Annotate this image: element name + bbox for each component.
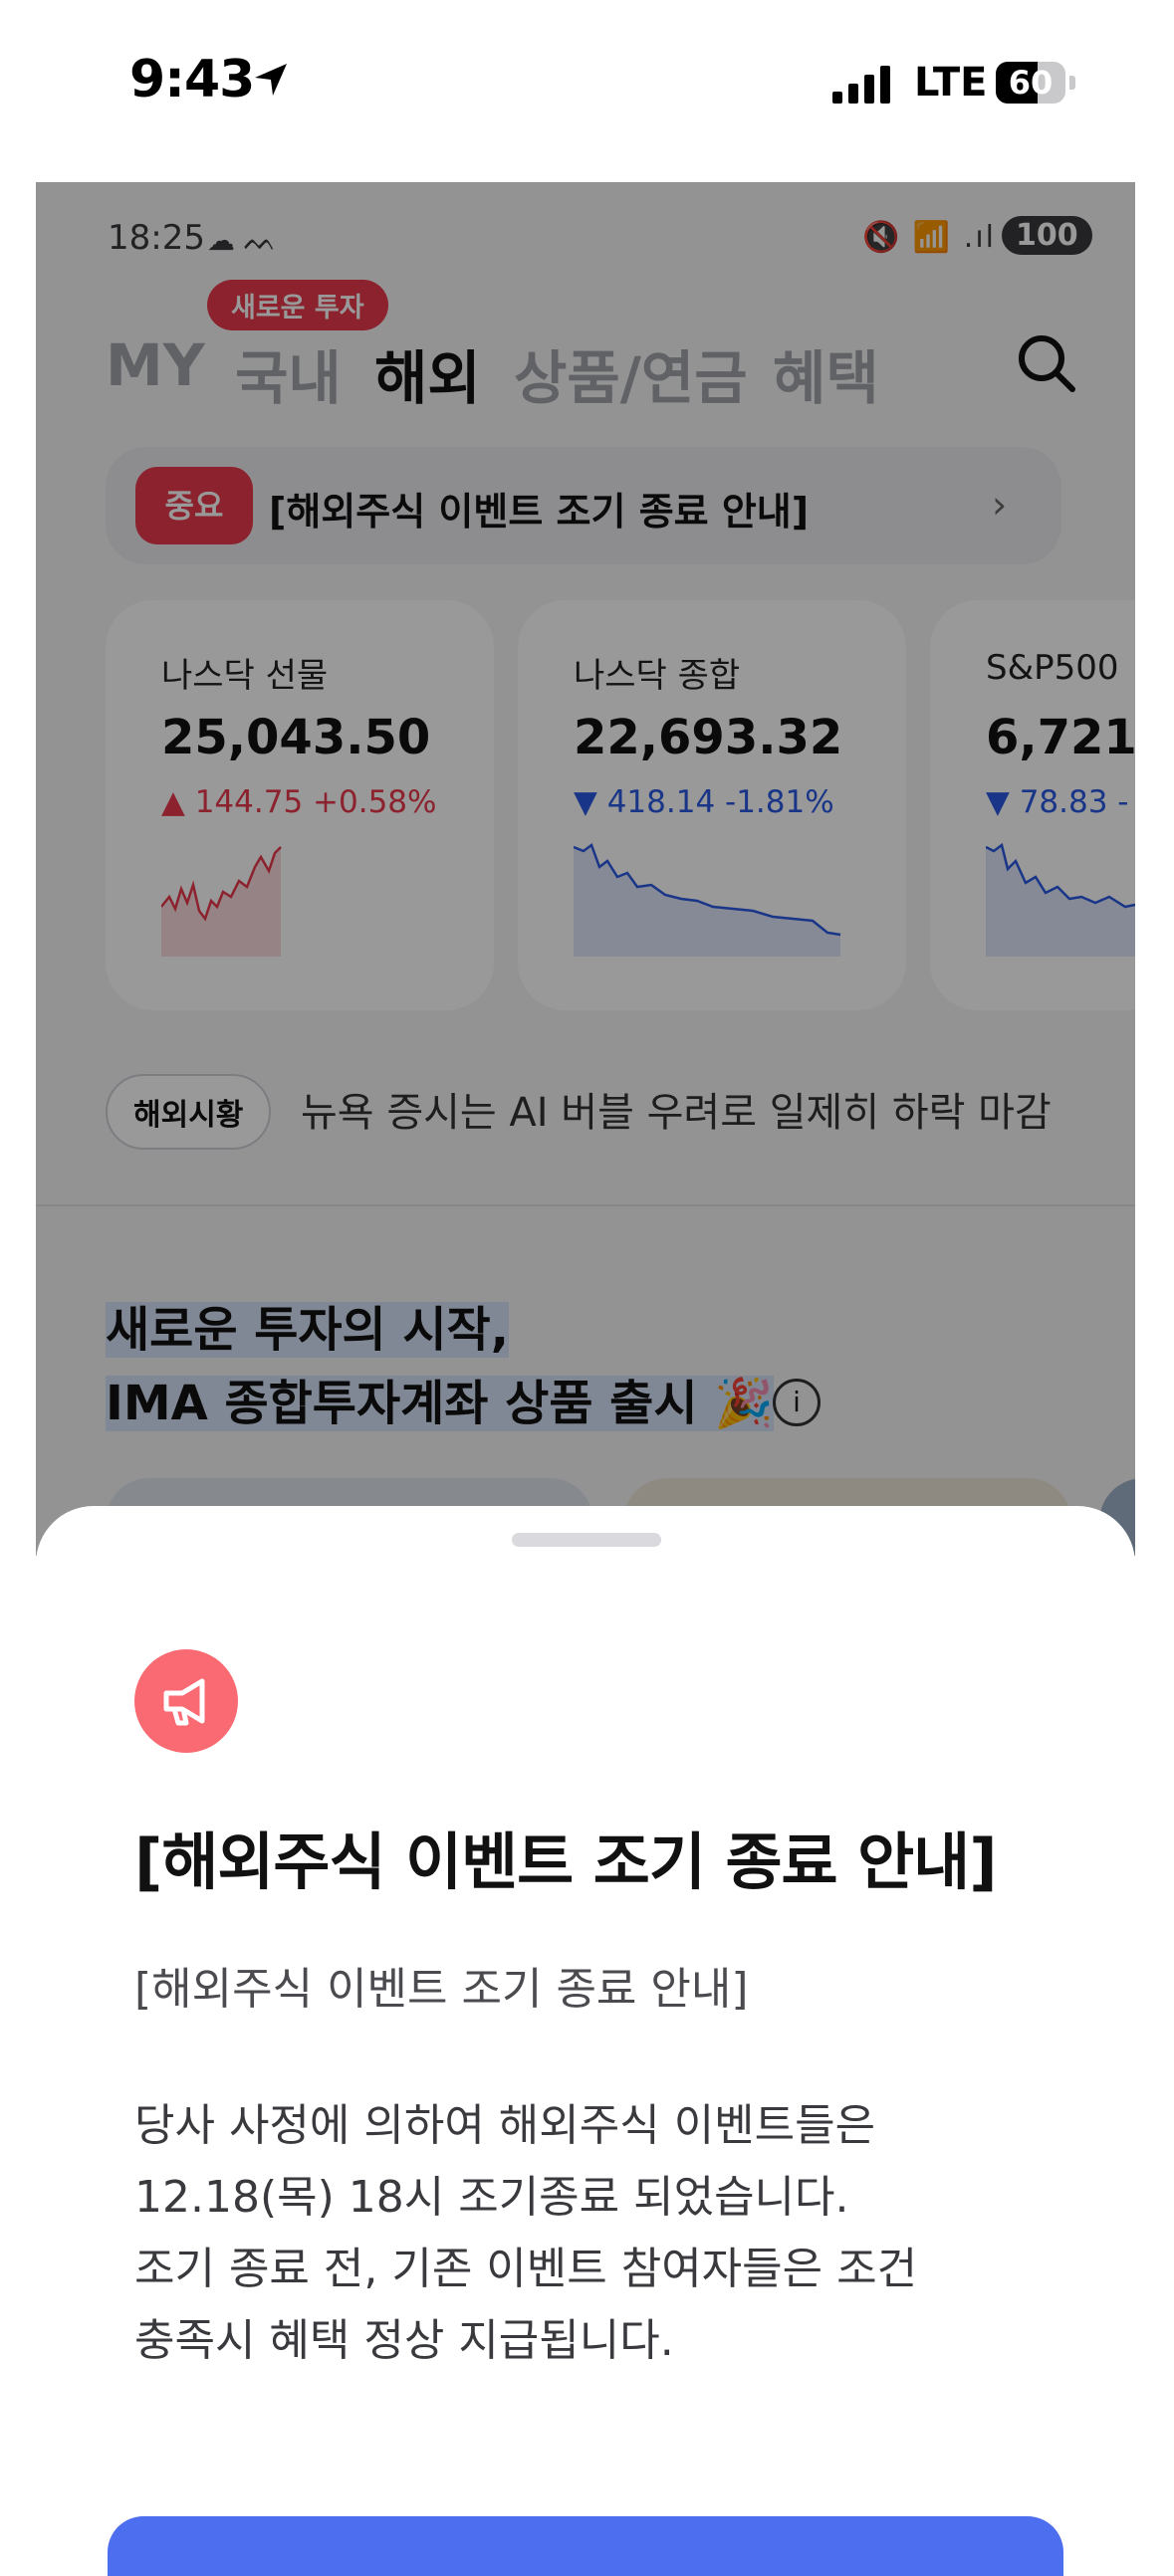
confirm-button[interactable] [108, 2516, 1063, 2576]
battery-icon: 60 [996, 62, 1075, 104]
battery-level-text: 60 [1008, 64, 1054, 102]
megaphone-icon [134, 1649, 238, 1753]
sheet-body-line: 충족시 혜택 정상 지급됩니다. [134, 2315, 674, 2366]
sheet-title: [해외주식 이벤트 조기 종료 안내] [134, 1825, 998, 1898]
location-arrow-icon [251, 60, 291, 104]
cellular-signal-icon [832, 66, 896, 109]
sheet-body-line: 당사 사정에 의하여 해외주식 이벤트들은 [134, 2100, 876, 2151]
sheet-body-line: 조기 종료 전, 기존 이벤트 참여자들은 조건 [134, 2244, 918, 2294]
sheet-drag-handle[interactable] [512, 1533, 661, 1547]
sheet-body-line: 12.18(목) 18시 조기종료 되었습니다. [134, 2172, 849, 2223]
sheet-subtitle: [해외주식 이벤트 조기 종료 안내] [134, 1964, 749, 2015]
sheet-body: 당사 사정에 의하여 해외주식 이벤트들은 12.18(목) 18시 조기종료 … [134, 2090, 1031, 2377]
network-type: LTE [914, 60, 988, 106]
ios-status-time: 9:43 [129, 50, 255, 109]
modal-backdrop[interactable] [36, 182, 1135, 1556]
